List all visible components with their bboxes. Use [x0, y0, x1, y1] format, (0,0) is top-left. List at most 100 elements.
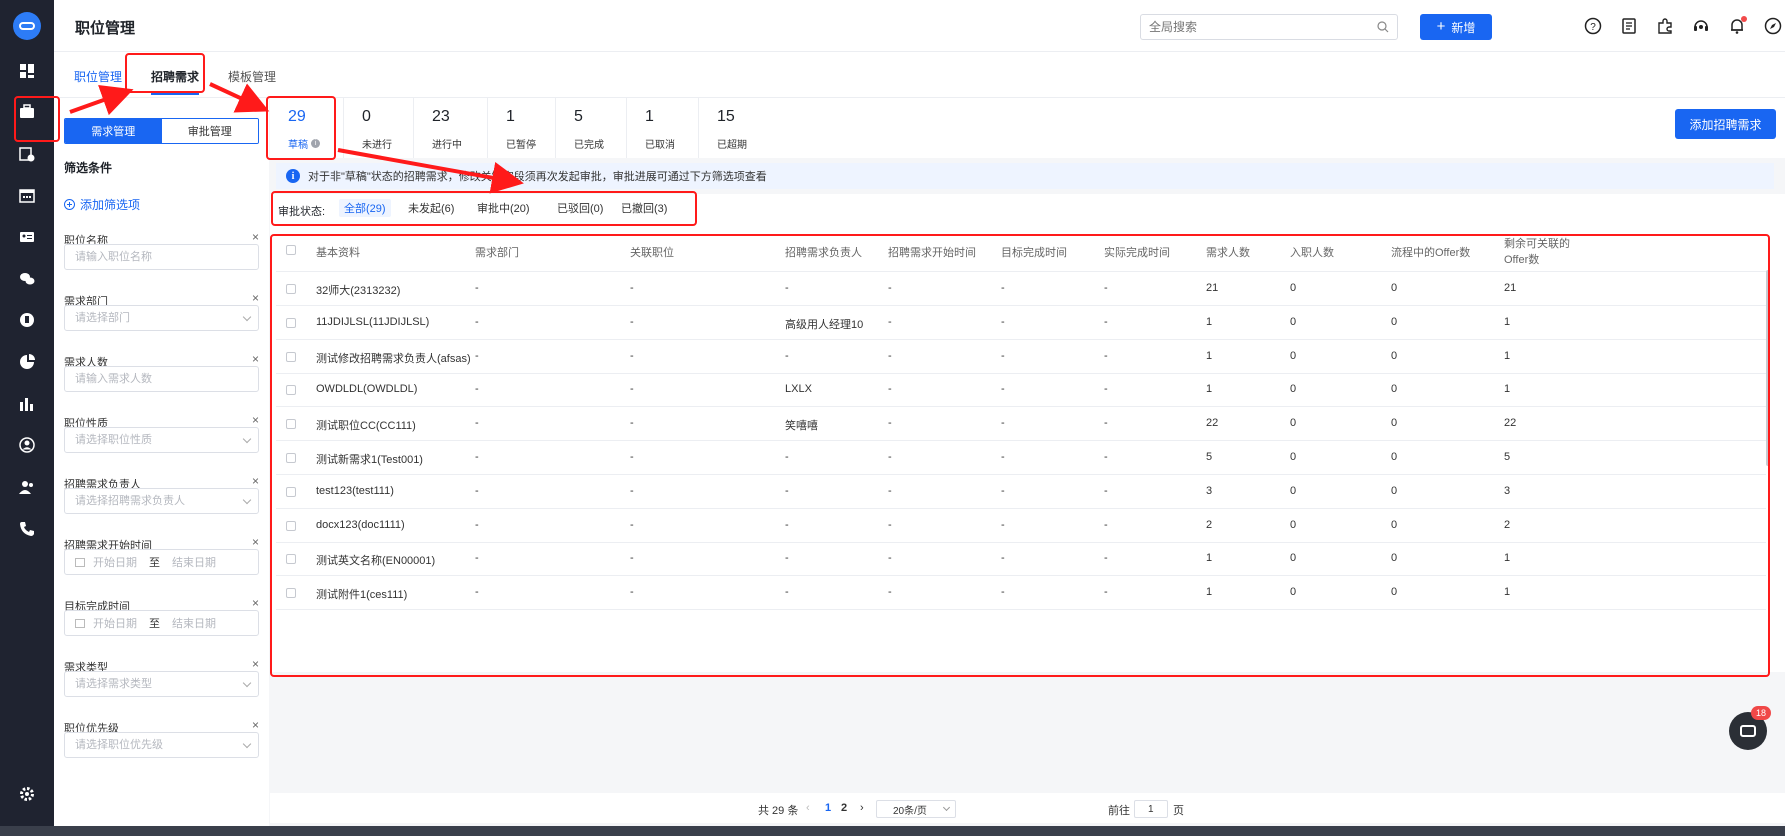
hand-icon[interactable]	[19, 312, 35, 328]
calendar-icon[interactable]	[19, 188, 35, 204]
wechat-icon[interactable]	[19, 271, 35, 287]
filter-select[interactable]	[64, 305, 259, 331]
row-checkbox[interactable]	[286, 317, 296, 328]
briefcase-icon[interactable]	[19, 104, 35, 120]
support-icon[interactable]	[1692, 17, 1710, 35]
tab-template-management[interactable]: 模板管理	[228, 68, 276, 85]
global-search[interactable]	[1140, 14, 1398, 40]
pie-chart-icon[interactable]	[19, 354, 35, 370]
table-row[interactable]: 测试附件1(ces111) - - - - - - 1 0 0 1	[276, 576, 1766, 611]
settings-icon[interactable]	[19, 786, 35, 802]
filter-select-input[interactable]	[65, 672, 258, 696]
table-row[interactable]: 测试修改招聘需求负责人(afsas) - - - - - -1 0 0 1	[276, 340, 1766, 374]
row-checkbox[interactable]	[286, 486, 296, 497]
id-card-icon[interactable]	[19, 229, 35, 245]
status-stat[interactable]: 0 未进行	[344, 98, 414, 158]
taskbar-strip	[0, 826, 1785, 836]
select-all-checkbox[interactable]	[286, 245, 296, 255]
remove-filter-icon[interactable]: ×	[252, 413, 259, 427]
compass-icon[interactable]	[1764, 17, 1782, 35]
demand-management-toggle[interactable]: 需求管理	[65, 119, 162, 143]
row-checkbox[interactable]	[286, 284, 296, 294]
filter-select-input[interactable]	[65, 733, 258, 757]
filter-select[interactable]	[64, 488, 259, 514]
row-checkbox[interactable]	[286, 453, 296, 463]
filter-input-wrap[interactable]	[64, 366, 259, 392]
remove-filter-icon[interactable]: ×	[252, 474, 259, 488]
document-icon[interactable]	[1620, 17, 1638, 35]
plugin-icon[interactable]	[1656, 17, 1674, 35]
row-checkbox[interactable]	[286, 419, 296, 430]
filter-select-input[interactable]	[65, 428, 258, 452]
approval-status-chip[interactable]: 未发起(6)	[403, 199, 459, 217]
filter-select[interactable]	[64, 671, 259, 697]
row-checkbox[interactable]	[286, 520, 296, 531]
filter-input[interactable]	[65, 245, 258, 269]
table-row[interactable]: 测试职位CC(CC111) - - 笑嘻嘻 - - - 22 0 0 22	[276, 407, 1766, 442]
table-row[interactable]: docx123(doc1111) - - - - - - 2 0 0 2	[276, 509, 1766, 543]
filter-select[interactable]	[64, 427, 259, 453]
date-range-picker[interactable]: 开始日期 至 结束日期	[64, 549, 259, 575]
bell-icon[interactable]	[1728, 16, 1747, 35]
remove-filter-icon[interactable]: ×	[252, 657, 259, 671]
status-stat[interactable]: 1 已暂停	[488, 98, 556, 158]
date-range-picker[interactable]: 开始日期 至 结束日期	[64, 610, 259, 636]
pagination: 共 29 条 ‹ 1 2 › 20条/页 前往 1 页	[270, 793, 1785, 823]
remove-filter-icon[interactable]: ×	[252, 535, 259, 549]
row-checkbox[interactable]	[286, 351, 296, 362]
user-circle-icon[interactable]	[19, 437, 35, 453]
remove-filter-icon[interactable]: ×	[252, 596, 259, 610]
add-recruitment-demand-button[interactable]: 添加招聘需求	[1675, 109, 1776, 139]
goto-page-input[interactable]: 1	[1134, 800, 1168, 818]
new-button[interactable]: + 新增	[1420, 14, 1492, 40]
tab-position-management[interactable]: 职位管理	[74, 68, 122, 85]
page-2[interactable]: 2	[841, 802, 847, 814]
search-icon[interactable]	[1377, 21, 1389, 33]
status-stat[interactable]: 5 已完成	[556, 98, 627, 158]
dashboard-icon[interactable]	[19, 63, 35, 79]
status-stat[interactable]: 23 进行中	[414, 98, 488, 158]
table-row[interactable]: OWDLDL(OWDLDL) - - LXLX - - - 1 0 0 1	[276, 373, 1766, 408]
app-logo[interactable]	[13, 12, 41, 40]
approval-status-chip[interactable]: 已驳回(0)	[552, 199, 608, 217]
row-checkbox[interactable]	[286, 588, 296, 599]
table-row[interactable]: 11JDIJLSL(11JDIJLSL) - - 高级用人经理10 - - - 1 0 0 1	[276, 306, 1766, 340]
approval-status-chip[interactable]: 全部(29)	[339, 199, 391, 217]
page-size-select[interactable]: 20条/页	[876, 800, 956, 818]
row-checkbox[interactable]	[286, 385, 296, 396]
bar-chart-icon[interactable]	[19, 396, 35, 412]
table-row[interactable]: 32师大(2313232) - - - - - - 21 0 0 21	[276, 272, 1766, 306]
approval-status-chip[interactable]: 审批中(20)	[472, 199, 535, 217]
approval-management-toggle[interactable]: 审批管理	[161, 119, 258, 143]
status-stat[interactable]: 1 已取消	[627, 98, 699, 158]
tab-recruitment-demand[interactable]: 招聘需求	[151, 68, 200, 95]
status-stat[interactable]: 29 草稿 i	[270, 98, 344, 158]
filter-select[interactable]	[64, 732, 259, 758]
next-page-button[interactable]: ›	[860, 802, 864, 814]
table-row[interactable]: 测试新需求1(Test001) - - - - - - 5 0 0 5	[276, 441, 1766, 475]
table-row[interactable]: test123(test111) - - - - - - 3 0 0 3	[276, 475, 1766, 509]
prev-page-button[interactable]: ‹	[806, 802, 810, 814]
filter-select-input[interactable]	[65, 306, 258, 330]
approval-status-chip[interactable]: 已撤回(3)	[616, 199, 672, 217]
status-stat[interactable]: 15 已超期	[699, 98, 773, 158]
filter-input-wrap[interactable]	[64, 244, 259, 270]
search-input[interactable]	[1141, 15, 1361, 39]
filter-input[interactable]	[65, 367, 258, 391]
remove-filter-icon[interactable]: ×	[252, 291, 259, 305]
add-filter-button[interactable]: 添加筛选项	[64, 196, 140, 213]
table-row[interactable]: 测试英文名称(EN00001) - - - - - - 1 0 0 1	[276, 542, 1766, 577]
phone-icon[interactable]	[19, 521, 35, 537]
calendar-clock-icon[interactable]	[19, 146, 35, 162]
help-icon[interactable]: ?	[1584, 17, 1602, 35]
page-1[interactable]: 1	[825, 802, 831, 814]
table-scrollbar[interactable]	[1766, 270, 1770, 466]
chat-button[interactable]: 18	[1729, 706, 1771, 750]
users-icon[interactable]	[19, 479, 35, 495]
remove-filter-icon[interactable]: ×	[252, 718, 259, 732]
table-cell: -	[1001, 552, 1005, 565]
row-checkbox[interactable]	[286, 554, 296, 565]
remove-filter-icon[interactable]: ×	[252, 352, 259, 366]
remove-filter-icon[interactable]: ×	[252, 230, 259, 244]
filter-select-input[interactable]	[65, 489, 258, 513]
